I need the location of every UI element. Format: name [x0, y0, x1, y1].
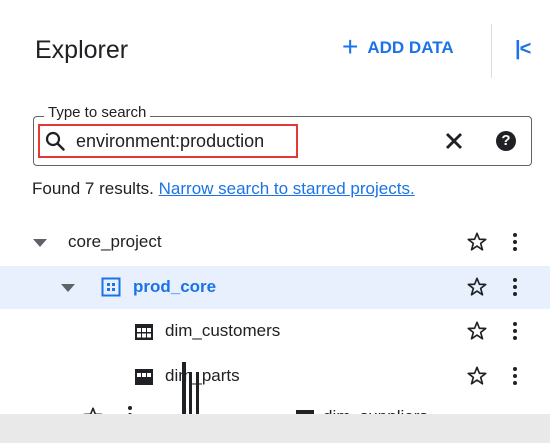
add-data-button[interactable]: + ADD DATA [342, 31, 454, 62]
tree-row-core-project[interactable]: core_project [0, 221, 550, 264]
explorer-title: Explorer [35, 36, 129, 64]
caret-down-icon[interactable] [61, 284, 75, 292]
results-summary: Found 7 results. Narrow search to starre… [32, 179, 415, 199]
more-options-icon[interactable] [512, 322, 518, 344]
search-legend: Type to search [44, 104, 151, 121]
more-options-icon[interactable] [512, 233, 518, 255]
search-icon [45, 131, 65, 151]
star-icon[interactable] [466, 320, 488, 342]
help-icon[interactable]: ? [496, 131, 516, 151]
tree-row-dim-parts[interactable]: dim_parts [0, 355, 550, 385]
tree-item-label: dim_customers [165, 321, 281, 340]
table-icon [135, 324, 153, 340]
dataset-icon [101, 277, 121, 297]
tree-row-prod-core[interactable]: prod_core [0, 266, 550, 309]
tree-row-dim-customers[interactable]: dim_customers [0, 310, 550, 353]
collapse-panel-button[interactable]: |< [515, 38, 531, 61]
tree-item-label: dim_parts [165, 366, 240, 385]
table-icon [135, 369, 153, 385]
tree-item-label: core_project [68, 232, 162, 251]
star-icon[interactable] [466, 276, 488, 298]
more-options-icon[interactable] [512, 367, 518, 385]
star-icon[interactable] [466, 231, 488, 253]
plus-icon: + [342, 31, 359, 62]
search-input[interactable]: environment:production [76, 131, 264, 152]
results-count-text: Found 7 results. [32, 179, 154, 198]
star-icon[interactable] [466, 365, 488, 385]
close-icon[interactable] [444, 131, 464, 151]
narrow-search-link[interactable]: Narrow search to starred projects. [159, 179, 415, 198]
bottom-overlay-bar [0, 414, 550, 443]
more-options-icon[interactable] [512, 278, 518, 300]
caret-down-icon[interactable] [33, 239, 47, 247]
header-divider [491, 24, 492, 78]
add-data-label: ADD DATA [367, 38, 454, 57]
tree-item-label: prod_core [133, 277, 217, 296]
